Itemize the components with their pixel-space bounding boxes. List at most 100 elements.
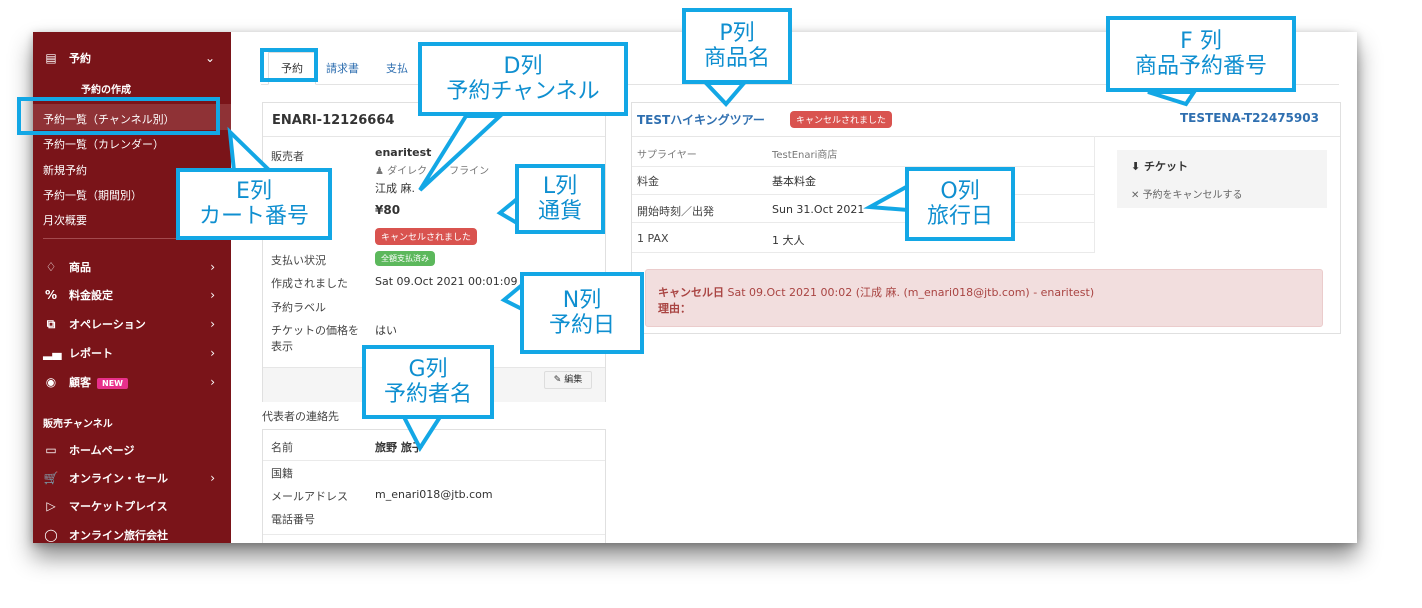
main-content: 予約 請求書 支払 ENARI-12126664 販売者 enaritest ♟… <box>231 32 1357 543</box>
email-label: メールアドレス <box>271 490 348 503</box>
sidebar-item-list-period[interactable]: 予約一覧（期間別） <box>43 187 142 203</box>
cancel-reason-label: 理由： <box>658 302 691 315</box>
sidebar-item-operations[interactable]: ⧉ オペレーション › <box>33 314 231 334</box>
pax-value: 1 大人 <box>772 234 805 247</box>
ticket-price-value: はい <box>375 324 397 337</box>
new-badge: NEW <box>97 378 128 389</box>
rate-value: 基本料金 <box>772 175 816 188</box>
booking-id: ENARI-12126664 <box>272 113 395 128</box>
contact-heading: 代表者の連絡先 <box>262 410 339 423</box>
sidebar-channel-heading: 販売チャンネル <box>43 419 113 430</box>
created-value: Sat 09.Oct 2021 00:01:09 <box>375 275 518 288</box>
actions-box: ⬇ チケット ✕ 予約をキャンセルする <box>1117 150 1327 208</box>
ticket-price-label: チケットの価格を 表示 <box>271 324 359 353</box>
globe-icon: ◯ <box>44 528 58 542</box>
chevron-right-icon: › <box>210 288 215 302</box>
product-divider <box>632 252 1094 253</box>
created-label: 作成されました <box>271 277 348 290</box>
sidebar-item-online-sale[interactable]: 🛒 オンライン・セール › <box>33 468 231 488</box>
callout-p: P列 商品名 <box>682 8 792 84</box>
sidebar-item-list-calendar[interactable]: 予約一覧（カレンダー） <box>43 136 164 152</box>
user-circle-icon: ◉ <box>45 375 57 389</box>
sidebar-item-new-booking[interactable]: 新規予約 <box>43 162 87 178</box>
seller-name: enaritest <box>375 146 432 159</box>
download-icon: ⬇ <box>1131 160 1145 173</box>
cancel-notice: キャンセル日 Sat 09.Oct 2021 00:02 (江成 麻. (m_e… <box>645 269 1323 327</box>
copy-icon: ⧉ <box>46 316 56 331</box>
supplier-value: TestEnari商店 <box>772 150 838 161</box>
contact-divider <box>263 460 605 461</box>
customer-name: 江成 麻. <box>375 182 415 195</box>
cart-icon: 🛒 <box>43 471 59 485</box>
edit-button[interactable]: ✎ 編集 <box>544 371 592 389</box>
callout-f: F 列商品予約番号 <box>1106 16 1296 92</box>
chevron-right-icon: › <box>210 346 215 360</box>
sidebar-highlight-box <box>17 97 220 135</box>
start-label: 開始時刻／出発 <box>637 205 714 218</box>
contact-name-label: 名前 <box>271 441 293 454</box>
supplier-label: サプライヤー <box>637 150 697 161</box>
sidebar-item-products[interactable]: ♢ 商品 › <box>33 257 231 277</box>
payment-label: 支払い状況 <box>271 254 326 267</box>
sidebar-item-pricing[interactable]: % 料金設定 › <box>33 285 231 305</box>
megaphone-icon: ▷ <box>46 499 56 513</box>
rate-label: 料金 <box>637 175 659 188</box>
booking-amount: ¥80 <box>375 203 401 217</box>
callout-l: L列 通貨 <box>515 164 605 234</box>
chevron-right-icon: › <box>210 260 215 274</box>
callout-e: E列 カート番号 <box>176 168 332 240</box>
product-name[interactable]: TESTハイキングツアー <box>637 111 765 128</box>
callout-g: G列 予約者名 <box>362 345 494 419</box>
tab-highlight-box <box>260 48 318 82</box>
chevron-down-icon: ⌄ <box>204 51 215 65</box>
sidebar-item-ota[interactable]: ◯ オンライン旅行会社 <box>33 525 231 543</box>
callout-n: N列 予約日 <box>520 272 644 354</box>
payment-status: 全額支払済み <box>375 251 435 266</box>
product-col-divider <box>1094 136 1095 253</box>
app-window: ▤ 予約 ⌄ 予約の作成 予約一覧（チャンネル別） 予約一覧（カレンダー） 新規… <box>33 32 1357 543</box>
product-divider <box>632 194 1094 195</box>
cancel-booking-action[interactable]: ✕ 予約をキャンセルする <box>1131 186 1243 201</box>
cancel-notice-detail: Sat 09.Oct 2021 00:02 (江成 麻. (m_enari018… <box>727 286 1095 299</box>
percent-icon: % <box>44 288 58 302</box>
chevron-right-icon: › <box>210 317 215 331</box>
start-value: Sun 31.Oct 2021 <box>772 203 865 216</box>
close-icon: ✕ <box>1131 190 1143 201</box>
product-status: キャンセルされました <box>790 111 893 128</box>
callout-d: D列 予約チャンネル <box>418 42 628 116</box>
contact-name-value: 旅野 旅子 <box>375 441 423 454</box>
sidebar-item-marketplace[interactable]: ▷ マーケットプレイス <box>33 496 231 516</box>
user-icon: ♟ <box>375 166 388 177</box>
tab-invoice[interactable]: 請求書 <box>326 60 359 76</box>
nationality-label: 国籍 <box>271 467 293 480</box>
status-badge: キャンセルされました <box>790 111 893 128</box>
payment-badge: 全額支払済み <box>375 251 435 266</box>
calendar-icon: ▤ <box>45 51 57 65</box>
booking-channel: ♟ ダイレク フライン <box>375 166 490 177</box>
chevron-right-icon: › <box>210 471 215 485</box>
sidebar-item-monthly[interactable]: 月次概要 <box>43 212 87 228</box>
ticket-action[interactable]: ⬇ チケット <box>1131 158 1188 174</box>
chevron-right-icon: › <box>210 375 215 389</box>
booking-label-label: 予約ラベル <box>271 301 326 314</box>
product-booking-id[interactable]: TESTENA-T22475903 <box>1180 111 1319 125</box>
callout-o: O列 旅行日 <box>905 167 1015 241</box>
product-divider <box>632 166 1094 167</box>
sidebar-item-reservations[interactable]: ▤ 予約 ⌄ <box>33 48 231 68</box>
edit-icon: ✎ <box>553 375 565 385</box>
sidebar-item-customers[interactable]: ◉ 顧客 NEW › <box>33 372 231 392</box>
sidebar-item-homepage[interactable]: ▭ ホームページ <box>33 440 231 460</box>
product-divider <box>632 222 1094 223</box>
tab-payment[interactable]: 支払 <box>386 60 408 76</box>
contact-bottom-divider <box>263 534 605 535</box>
cancel-notice-title: キャンセル日 <box>658 286 724 299</box>
seller-label: 販売者 <box>271 150 304 163</box>
sidebar-item-create[interactable]: 予約の作成 <box>81 81 131 96</box>
bar-chart-icon: ▂▄ <box>43 346 62 360</box>
pax-label: 1 PAX <box>637 232 669 245</box>
laptop-icon: ▭ <box>45 443 57 457</box>
email-value: m_enari018@jtb.com <box>375 488 493 501</box>
sidebar-item-reports[interactable]: ▂▄ レポート › <box>33 343 231 363</box>
booking-status: キャンセルされました <box>375 228 478 245</box>
tag-icon: ♢ <box>45 260 57 274</box>
